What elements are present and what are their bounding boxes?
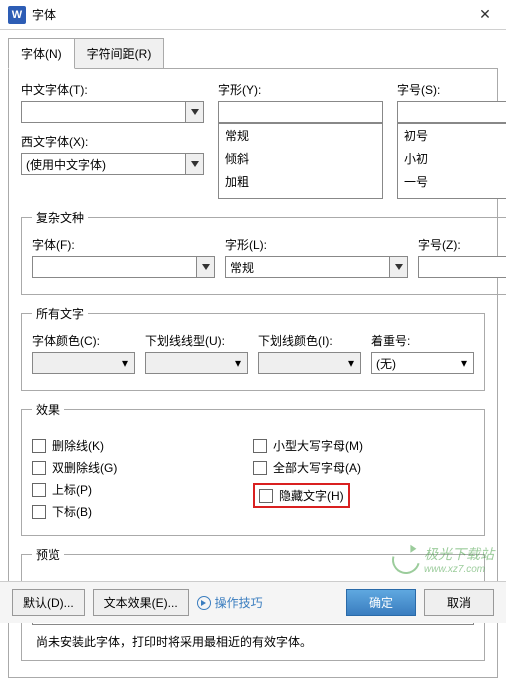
font-color-combo[interactable]: ▾ <box>32 352 135 374</box>
double-strikethrough-checkbox[interactable]: 双删除线(G) <box>32 459 253 476</box>
font-style-listbox[interactable]: 常规 倾斜 加粗 <box>218 123 383 199</box>
complex-size-label: 字号(Z): <box>418 236 506 253</box>
underline-color-combo[interactable]: ▾ <box>258 352 361 374</box>
font-style-input[interactable] <box>219 102 382 122</box>
complex-style-label: 字形(L): <box>225 236 408 253</box>
font-color-label: 字体颜色(C): <box>32 332 135 349</box>
subscript-checkbox[interactable]: 下标(B) <box>32 503 253 520</box>
complex-size-input[interactable] <box>419 257 506 277</box>
preview-legend: 预览 <box>32 546 64 563</box>
ok-button[interactable]: 确定 <box>346 589 416 616</box>
hidden-text-checkbox-label: 隐藏文字(H) <box>279 487 344 504</box>
font-size-listbox[interactable]: 初号 小初 一号 <box>397 123 506 199</box>
chevron-down-icon[interactable] <box>196 257 214 277</box>
chevron-down-icon[interactable]: ▾ <box>342 353 360 373</box>
hidden-text-highlight: 隐藏文字(H) <box>253 483 350 508</box>
preview-note: 尚未安装此字体，打印时将采用最相近的有效字体。 <box>36 633 474 650</box>
complex-legend: 复杂文种 <box>32 209 88 226</box>
chevron-down-icon[interactable] <box>185 154 203 174</box>
tips-link[interactable]: 操作技巧 <box>197 594 263 611</box>
tab-char-spacing[interactable]: 字符间距(R) <box>74 38 165 69</box>
list-item[interactable]: 倾斜 <box>219 147 382 170</box>
underline-type-combo[interactable]: ▾ <box>145 352 248 374</box>
close-button[interactable]: ✕ <box>472 2 498 28</box>
western-font-label: 西文字体(X): <box>21 133 204 150</box>
list-item[interactable]: 常规 <box>219 124 382 147</box>
dialog-footer: 默认(D)... 文本效果(E)... 操作技巧 确定 取消 <box>0 581 506 623</box>
checkbox-icon[interactable] <box>32 461 46 475</box>
emphasis-label: 着重号: <box>371 332 474 349</box>
font-size-combo[interactable] <box>397 101 506 123</box>
chevron-down-icon[interactable] <box>389 257 407 277</box>
play-icon <box>197 596 211 610</box>
chevron-down-icon[interactable]: ▾ <box>229 353 247 373</box>
checkbox-icon[interactable] <box>253 461 267 475</box>
checkbox-icon[interactable] <box>32 439 46 453</box>
font-style-combo[interactable] <box>218 101 383 123</box>
list-item[interactable]: 一号 <box>398 170 506 193</box>
all-caps-checkbox[interactable]: 全部大写字母(A) <box>253 459 474 476</box>
font-size-input[interactable] <box>398 102 506 122</box>
western-font-combo[interactable] <box>21 153 204 175</box>
western-font-input[interactable] <box>22 154 185 174</box>
checkbox-icon[interactable] <box>32 483 46 497</box>
chevron-down-icon[interactable]: ▾ <box>455 353 473 373</box>
emphasis-combo[interactable]: (无) ▾ <box>371 352 474 374</box>
checkbox-icon[interactable] <box>32 505 46 519</box>
list-item[interactable]: 小初 <box>398 147 506 170</box>
tab-strip: 字体(N) 字符间距(R) <box>8 38 498 69</box>
effects-group: 效果 删除线(K) 双删除线(G) 上标(P) 下标(B) <box>21 401 485 536</box>
complex-font-combo[interactable] <box>32 256 215 278</box>
list-item[interactable]: 初号 <box>398 124 506 147</box>
font-style-label: 字形(Y): <box>218 81 383 98</box>
chinese-font-input[interactable] <box>22 102 185 122</box>
complex-scripts-group: 复杂文种 字体(F): 字形(L): 字号(Z): <box>21 209 506 295</box>
underline-color-label: 下划线颜色(I): <box>258 332 361 349</box>
app-icon: W <box>8 6 26 24</box>
text-effect-button[interactable]: 文本效果(E)... <box>93 589 189 616</box>
superscript-checkbox[interactable]: 上标(P) <box>32 481 253 498</box>
complex-font-input[interactable] <box>33 257 196 277</box>
chevron-down-icon[interactable] <box>185 102 203 122</box>
chinese-font-combo[interactable] <box>21 101 204 123</box>
checkbox-icon[interactable] <box>253 439 267 453</box>
complex-style-combo[interactable] <box>225 256 408 278</box>
tab-font[interactable]: 字体(N) <box>8 38 75 69</box>
font-size-label: 字号(S): <box>397 81 506 98</box>
all-text-legend: 所有文字 <box>32 305 88 322</box>
underline-type-label: 下划线线型(U): <box>145 332 248 349</box>
strikethrough-checkbox[interactable]: 删除线(K) <box>32 437 253 454</box>
complex-font-label: 字体(F): <box>32 236 215 253</box>
list-item[interactable]: 加粗 <box>219 170 382 193</box>
title-bar: W 字体 ✕ <box>0 0 506 30</box>
default-button[interactable]: 默认(D)... <box>12 589 85 616</box>
window-title: 字体 <box>32 6 56 23</box>
checkbox-icon[interactable] <box>259 489 273 503</box>
chinese-font-label: 中文字体(T): <box>21 81 204 98</box>
effects-legend: 效果 <box>32 401 64 418</box>
all-text-group: 所有文字 字体颜色(C): ▾ 下划线线型(U): ▾ 下划线颜色(I): <box>21 305 485 391</box>
small-caps-checkbox[interactable]: 小型大写字母(M) <box>253 437 474 454</box>
complex-size-combo[interactable] <box>418 256 506 278</box>
cancel-button[interactable]: 取消 <box>424 589 494 616</box>
chevron-down-icon[interactable]: ▾ <box>116 353 134 373</box>
complex-style-input[interactable] <box>226 257 389 277</box>
